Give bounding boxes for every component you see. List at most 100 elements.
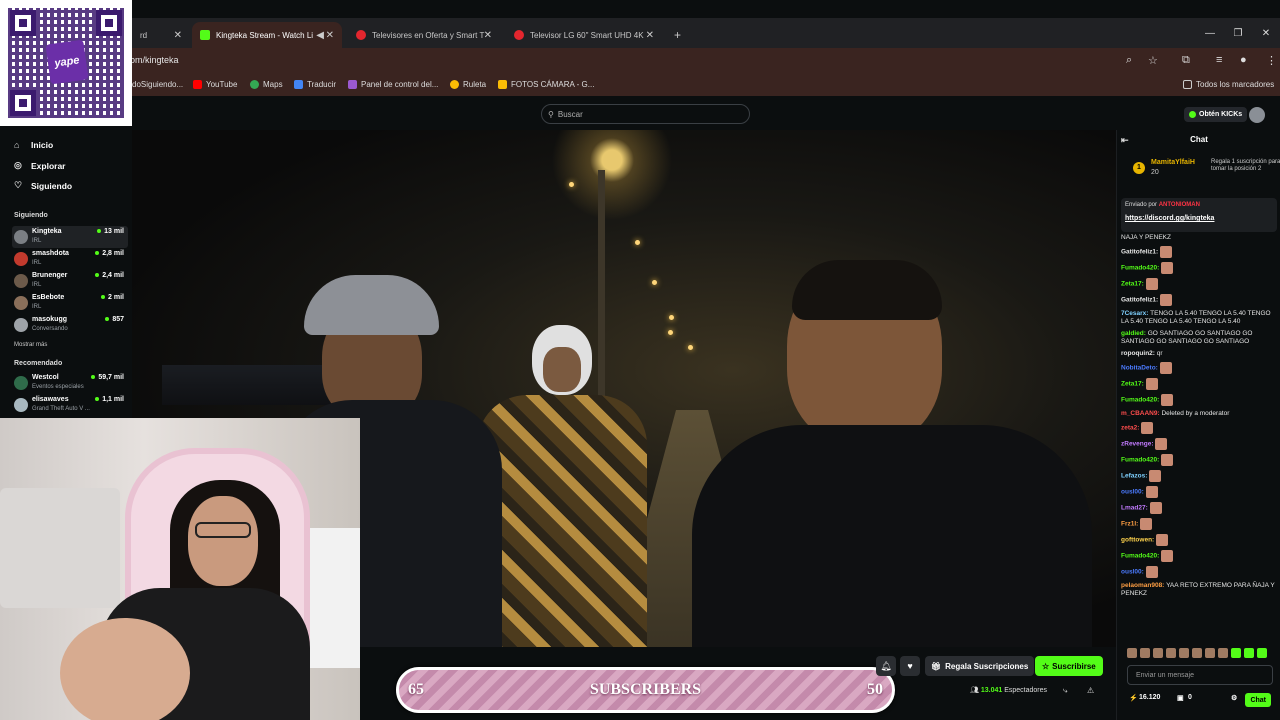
bookmark-item[interactable]: Panel de control del... [348,80,438,89]
chat-username[interactable]: zRevenge: [1121,441,1154,448]
chat-message: pelaoman908: YAA RETO EXTREMO PARA ÑAJA … [1121,582,1277,598]
emote[interactable] [1231,648,1241,658]
bookmark-item[interactable]: Ruleta [450,80,486,89]
emote[interactable] [1205,648,1215,658]
close-window-icon[interactable]: ✕ [1252,18,1280,48]
browser-tab[interactable]: Televisor LG 60" Smart UHD 4K ✕ [506,22,662,48]
chat-message: zeta2: [1121,422,1277,434]
chat-username[interactable]: Lefazos: [1121,473,1147,480]
nav-home[interactable]: ⌂ Inicio [14,140,53,150]
bookmark-item[interactable]: YouTube [193,80,237,89]
chat-username[interactable]: gofttowen: [1121,537,1154,544]
close-tab-icon[interactable]: ✕ [174,30,182,41]
webcam-overlay [0,418,360,720]
channel-item[interactable]: smashdota IRL 2,8 mil [12,248,128,270]
chat-username[interactable]: NobitaDeto: [1121,365,1158,372]
emote[interactable] [1166,648,1176,658]
url-field[interactable]: om/kingteka [130,55,179,65]
emote[interactable] [1192,648,1202,658]
chat-username[interactable]: Zeta17: [1121,281,1144,288]
bookmark-item[interactable]: Maps [250,80,283,89]
chat-username[interactable]: Zeta17: [1121,381,1144,388]
profile-icon[interactable]: ● [1240,54,1247,66]
get-kicks-button[interactable]: Obtén KICKs [1184,107,1248,122]
bookmark-item[interactable]: doSiguiendo... [132,80,183,89]
zoom-icon[interactable]: ⌕ [1126,54,1132,67]
collapse-chat-icon[interactable]: ⇤ [1121,130,1129,150]
channel-item[interactable]: Kingteka IRL 13 mil [12,226,128,248]
channel-item[interactable]: Brunenger IRL 2,4 mil [12,270,128,292]
emote[interactable] [1140,648,1150,658]
chat-username[interactable]: zeta2: [1121,425,1139,432]
new-tab-button[interactable]: + [666,22,688,48]
browser-tab-active[interactable]: Kingteka Stream - Watch Li ◀ ✕ [192,22,342,48]
channel-item[interactable]: Westcol Eventos especiales 59,7 mil [12,372,128,394]
chat-username[interactable]: ousl00: [1121,489,1144,496]
rank-badge: 1 [1133,162,1145,174]
chat-input[interactable]: Enviar un mensaje [1127,665,1273,685]
chat-username[interactable]: Fumado420: [1121,397,1159,404]
chat-username[interactable]: Fumado420: [1121,265,1159,272]
chat-username[interactable]: 7Cesarx: [1121,310,1148,317]
share-icon[interactable]: ⤷ [1063,686,1067,696]
viewer-count: 1,1 mil [95,396,124,403]
chat-messages: ÑAJA Y PENEKZ Gatitofeliz1: Fumado420: Ze… [1121,234,1277,642]
emote[interactable] [1244,648,1254,658]
gift-subs-button[interactable]: 🎁︎ Regala Suscripciones [925,656,1035,676]
person-center [477,325,647,647]
channel-name: EsBebote [32,294,65,301]
close-tab-icon[interactable]: ✕ [326,30,334,41]
chat-username[interactable]: Frz1l: [1121,521,1138,528]
menu-icon[interactable]: ⋮ [1266,54,1277,67]
subscribe-button[interactable]: ☆ Suscribirse [1035,656,1103,676]
chat-username[interactable]: m_CBAAN9: [1121,410,1160,417]
close-tab-icon[interactable]: ✕ [484,30,492,41]
chat-username[interactable]: Lmad27: [1121,505,1148,512]
nav-following[interactable]: ♡ Siguiendo [14,180,72,191]
chat-username[interactable]: Gatitofeliz1: [1121,297,1158,304]
emote[interactable] [1179,648,1189,658]
channel-item[interactable]: masokugg Conversando 857 [12,314,128,336]
minimize-icon[interactable]: — [1196,18,1224,48]
chat-username[interactable]: ousl00: [1121,569,1144,576]
chat-send-button[interactable]: Chat [1245,693,1271,707]
emote[interactable] [1153,648,1163,658]
chat-username[interactable]: Gatitofeliz1: [1121,249,1158,256]
search-placeholder: Buscar [557,109,583,119]
bookmark-item[interactable]: FOTOS CÁMARA - G... [498,80,594,89]
restore-icon[interactable]: ❐ [1224,18,1252,48]
extensions-icon[interactable]: ⧉ [1182,54,1190,67]
emote-icon [1156,534,1169,546]
chat-username[interactable]: pelaoman908: [1121,582,1164,589]
user-avatar[interactable] [1249,107,1265,123]
browser-tab[interactable]: rd ✕ [132,22,190,48]
media-icon[interactable]: ≡ [1216,54,1222,66]
show-more-link[interactable]: Mostrar más [14,342,47,348]
chat-username[interactable]: galdied: [1121,330,1146,337]
chat-username[interactable]: Fumado420: [1121,457,1159,464]
discord-link[interactable]: https://discord.gg/kingteka [1125,215,1214,222]
compass-icon: ◎ [14,160,22,170]
bookmark-star-icon[interactable]: ☆ [1148,54,1158,67]
channel-item[interactable]: elisawaves Grand Theft Auto V ... 1,1 mi… [12,394,128,416]
emote-bar [1127,648,1277,662]
speaker-icon[interactable]: ◀ [316,30,324,41]
browser-tab[interactable]: Televisores en Oferta y Smart T ✕ [348,22,500,48]
chat-username[interactable]: ropoquin2: [1121,350,1155,357]
close-tab-icon[interactable]: ✕ [646,30,654,41]
nav-explore[interactable]: ◎ Explorar [14,160,66,171]
emote[interactable] [1218,648,1228,658]
follow-button[interactable]: ♥ [900,656,920,676]
all-bookmarks[interactable]: Todos los marcadores [1183,80,1274,89]
chat-settings-icon[interactable]: ⚙ [1231,694,1237,702]
string-light [652,280,657,285]
emote[interactable] [1257,648,1267,658]
channel-item[interactable]: EsBebote IRL 2 mil [12,292,128,314]
search-input[interactable]: ⚲ Buscar [541,104,750,124]
emote[interactable] [1127,648,1137,658]
chat-username[interactable]: Fumado420: [1121,553,1159,560]
bookmark-item[interactable]: Traducir [294,80,336,89]
gift-cta[interactable]: Regala 1 suscripción para tomar la posic… [1211,159,1280,173]
report-icon[interactable]: ⚠ [1087,686,1094,695]
notification-bell-button[interactable]: 🔔︎ [876,656,896,676]
